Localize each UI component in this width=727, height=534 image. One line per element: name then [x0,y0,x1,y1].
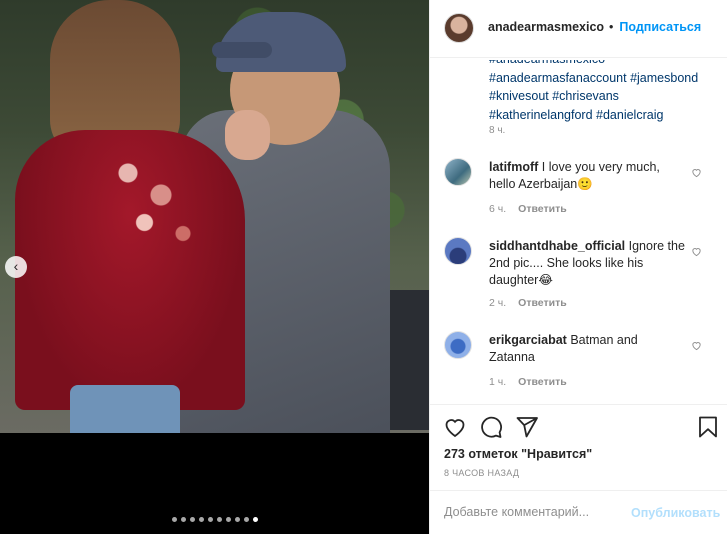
comment-time[interactable]: 2 ч. [489,297,506,309]
comment-icon[interactable] [479,415,503,439]
carousel-dot [189,517,195,522]
post-timestamp[interactable]: 8 ЧАСОВ НАЗАД [444,468,519,478]
carousel-dot [171,517,177,522]
follow-separator: • [609,20,614,34]
carousel-dot [252,517,258,522]
caption-timestamp[interactable]: 8 ч. [489,125,505,136]
comment-text: siddhantdhabe_official Ignore the 2nd pi… [489,238,687,289]
carousel-dot [243,517,249,522]
comments-list[interactable]: #anadearmasmexico #anadearmasfanaccount … [430,58,727,404]
author-avatar[interactable] [444,13,474,43]
comment-meta: 2 ч. Ответить [489,297,567,309]
post-header: anadearmasmexico • Подписаться [430,0,727,58]
hashtag-line[interactable]: #katherinelangford #danielcraig [489,106,719,125]
carousel-dot [198,517,204,522]
chevron-left-icon[interactable]: ‹ [5,256,27,278]
heart-icon[interactable] [691,167,703,179]
likes-count[interactable]: 273 отметок "Нравится" [444,447,592,461]
comment-text: erikgarciabat Batman and Zatanna [489,332,687,366]
commenter-username[interactable]: latifmoff [489,160,538,174]
follow-button[interactable]: • Подписаться [609,20,701,34]
reply-button[interactable]: Ответить [518,376,567,388]
photo-woman-jeans [70,385,180,433]
carousel-dot [216,517,222,522]
reply-button[interactable]: Ответить [518,203,567,215]
bookmark-icon[interactable] [696,415,720,439]
hashtag-line[interactable]: #anadearmasfanaccount #jamesbond [489,69,719,88]
comment-meta: 6 ч. Ответить [489,203,567,215]
heart-icon[interactable] [691,340,703,352]
comment-text: latifmoff I love you very much, hello Az… [489,159,687,193]
photo-hoodie-embroidery [95,140,205,250]
photo-hand [225,110,270,160]
commenter-username[interactable]: erikgarciabat [489,333,567,347]
publish-button[interactable]: Опубликовать [631,506,720,520]
follow-label: Подписаться [619,20,702,34]
heart-icon[interactable] [691,246,703,258]
reply-button[interactable]: Ответить [518,297,567,309]
commenter-avatar[interactable] [444,158,472,186]
comment-meta: 1 ч. Ответить [489,376,567,388]
comment-time[interactable]: 6 ч. [489,203,506,215]
hashtag-line[interactable]: #anadearmasmexico [489,60,719,69]
comment-input[interactable] [444,505,624,519]
commenter-avatar[interactable] [444,237,472,265]
commenter-username[interactable]: siddhantdhabe_official [489,239,625,253]
carousel-dot [234,517,240,522]
carousel-dot [180,517,186,522]
hashtag-line[interactable]: #knivesout #chrisevans [489,87,719,106]
carousel-dot [207,517,213,522]
post-photo[interactable] [0,0,429,433]
carousel-dots [0,517,429,522]
share-icon[interactable] [515,415,539,439]
post-sidebar: anadearmasmexico • Подписаться #anadearma… [429,0,727,534]
photo-man-cap-bill [212,42,272,58]
comment-time[interactable]: 1 ч. [489,376,506,388]
author-username[interactable]: anadearmasmexico [488,20,604,34]
media-panel: ‹ [0,0,429,534]
post-actions: 273 отметок "Нравится" 8 ЧАСОВ НАЗАД [430,404,727,490]
heart-icon[interactable] [443,415,467,439]
add-comment-bar: Опубликовать [430,490,727,534]
carousel-dot [225,517,231,522]
commenter-avatar[interactable] [444,331,472,359]
caption-hashtags: #anadearmasmexico #anadearmasfanaccount … [489,58,719,124]
